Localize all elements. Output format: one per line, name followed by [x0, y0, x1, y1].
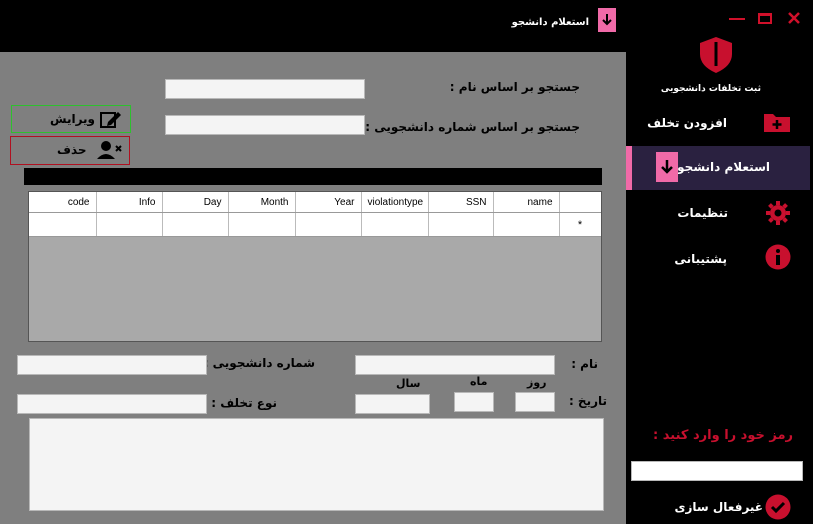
password-input[interactable]: [631, 461, 803, 481]
cell-year[interactable]: [295, 212, 362, 237]
sidebar-item-label: پشتیبانی: [674, 252, 727, 266]
shield-icon: [698, 36, 734, 78]
student-id-label: شماره دانشجویی :: [203, 356, 315, 370]
delete-button-label: حذف: [57, 143, 87, 157]
cell-month[interactable]: [228, 212, 296, 237]
column-header-day[interactable]: Day: [162, 192, 229, 213]
violation-type-label: نوع تخلف :: [211, 396, 277, 410]
sidebar-item-label: تنظیمات: [677, 206, 728, 220]
close-icon[interactable]: [787, 10, 801, 29]
maximize-icon[interactable]: [758, 13, 772, 24]
search-by-id-label: جستجو بر اساس شماره دانشجویی :: [365, 120, 580, 134]
day-label: روز: [527, 376, 547, 389]
cell-violationtype[interactable]: [361, 212, 429, 237]
sidebar-item-student-inquiry[interactable]: استعلام دانشجو: [626, 146, 810, 190]
file-download-icon: [598, 8, 616, 32]
sidebar-item-add-violation[interactable]: افزودن تخلف: [626, 108, 813, 138]
edit-icon: [100, 109, 122, 132]
column-header-year[interactable]: Year: [295, 192, 362, 213]
column-header-month[interactable]: Month: [228, 192, 296, 213]
new-row[interactable]: *: [29, 212, 601, 237]
cell-code[interactable]: [29, 212, 97, 237]
column-header-name[interactable]: name: [493, 192, 560, 213]
password-prompt: رمز خود را وارد کنید :: [653, 428, 793, 443]
year-input[interactable]: [355, 394, 430, 414]
separator-bar: [24, 168, 602, 185]
delete-user-icon: [97, 140, 123, 163]
title-bar: [0, 6, 628, 52]
name-label: نام :: [571, 357, 598, 371]
cell-info[interactable]: [96, 212, 163, 237]
violation-type-input[interactable]: [17, 394, 207, 414]
day-input[interactable]: [515, 392, 555, 412]
new-row-marker: *: [559, 212, 601, 237]
minimize-icon[interactable]: [729, 18, 745, 20]
year-label: سال: [396, 377, 421, 390]
sidebar-item-settings[interactable]: تنظیمات: [626, 198, 813, 228]
name-input[interactable]: [355, 355, 555, 375]
info-icon: [765, 244, 791, 274]
edit-button[interactable]: ویرایش: [11, 105, 131, 133]
column-header-violationtype[interactable]: violationtype: [361, 192, 429, 213]
deactivate-button[interactable]: غیرفعال سازی: [626, 492, 813, 522]
window-title: استعلام دانشجو: [511, 17, 589, 28]
edit-button-label: ویرایش: [50, 112, 96, 126]
column-header-code[interactable]: code: [29, 192, 97, 213]
search-by-name-label: جستجو بر اساس نام :: [449, 80, 580, 94]
gear-icon: [765, 200, 791, 230]
sidebar-item-label: استعلام دانشجو: [677, 160, 770, 174]
search-by-name-input[interactable]: [165, 79, 365, 99]
deactivate-label: غیرفعال سازی: [674, 500, 764, 514]
sidebar-item-support[interactable]: پشتیبانی: [626, 243, 813, 273]
sidebar-header: ثبت تخلفات دانشجویی: [660, 84, 761, 94]
check-circle-icon: [765, 494, 791, 524]
folder-plus-icon: [763, 111, 791, 137]
month-input[interactable]: [454, 392, 494, 412]
cell-name[interactable]: [493, 212, 560, 237]
delete-button[interactable]: حذف: [10, 136, 130, 165]
date-label: تاریخ :: [568, 394, 607, 408]
column-header-ssn[interactable]: SSN: [428, 192, 494, 213]
info-textarea[interactable]: [29, 418, 604, 511]
file-download-icon: [656, 152, 678, 182]
cell-day[interactable]: [162, 212, 229, 237]
column-header-info[interactable]: Info: [96, 192, 163, 213]
search-by-id-input[interactable]: [165, 115, 365, 135]
active-indicator: [626, 146, 632, 190]
student-id-input[interactable]: [17, 355, 207, 375]
violations-table: code Info Day Month Year violationtype S…: [29, 192, 601, 237]
row-header-corner: [559, 192, 601, 213]
sidebar-item-label: افزودن تخلف: [647, 116, 727, 130]
violations-grid[interactable]: code Info Day Month Year violationtype S…: [28, 191, 602, 342]
month-label: ماه: [470, 375, 488, 388]
cell-ssn[interactable]: [428, 212, 494, 237]
